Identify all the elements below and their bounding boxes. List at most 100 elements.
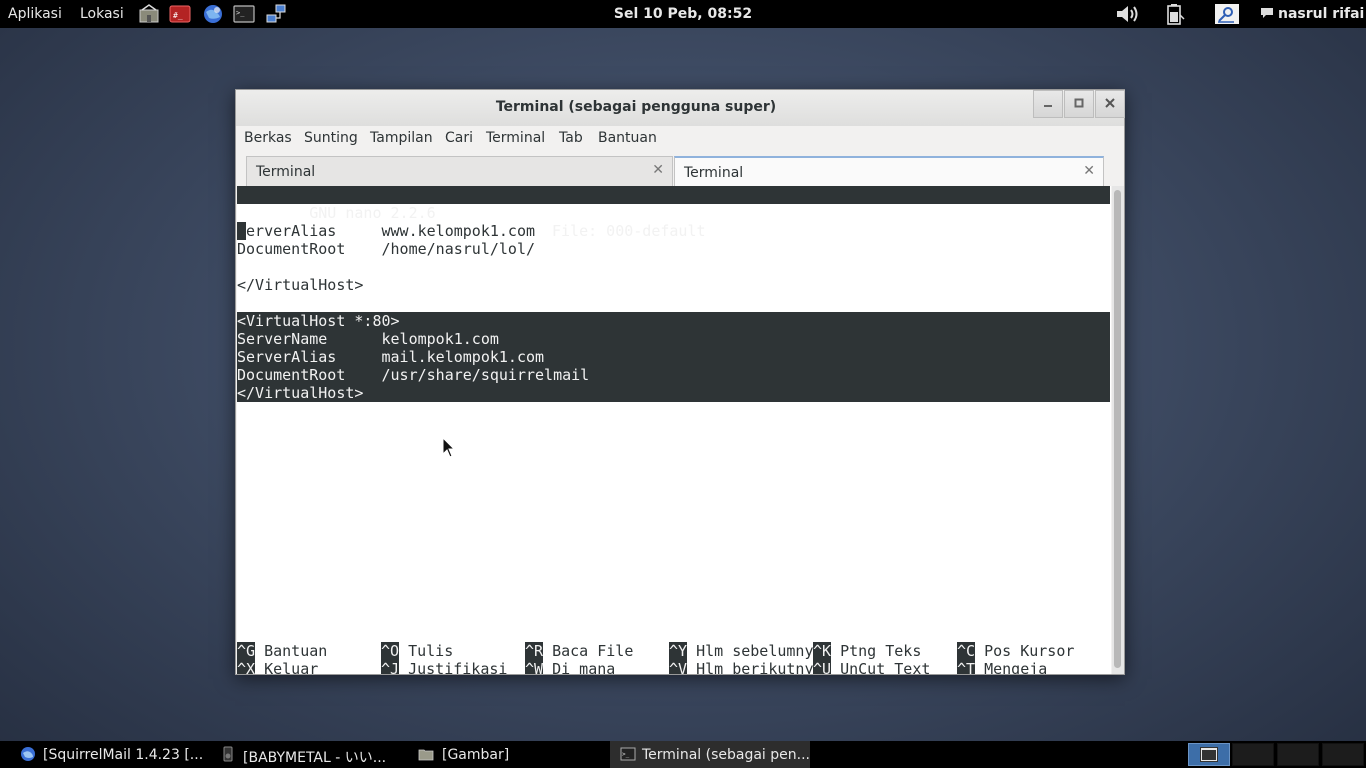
- tab-close-icon[interactable]: ✕: [652, 162, 664, 178]
- window-titlebar[interactable]: Terminal (sebagai pengguna super): [236, 90, 1125, 126]
- workspace-4[interactable]: [1322, 743, 1364, 766]
- shortcut-label: Baca File: [552, 642, 634, 660]
- shortcut-key: ^T: [957, 660, 976, 674]
- task-gambar[interactable]: [Gambar]: [408, 741, 608, 768]
- shortcut-key: ^V: [669, 660, 688, 674]
- applications-menu[interactable]: Aplikasi: [8, 6, 62, 22]
- task-label: Terminal (sebagai pen...: [642, 747, 810, 763]
- workspace-2[interactable]: [1232, 743, 1274, 766]
- editor-line[interactable]: DocumentRoot /home/nasrul/lol/: [237, 240, 535, 258]
- svg-text:>_: >_: [236, 9, 245, 17]
- folder-icon: [418, 749, 434, 761]
- editor-line[interactable]: DocumentRoot /usr/share/squirrelmail: [237, 366, 1110, 384]
- shortcut-label: Justifikasi: [408, 660, 508, 674]
- menu-bar: Berkas Sunting Tampilan Cari Terminal Ta…: [236, 126, 1124, 154]
- terminal-icon[interactable]: >_: [233, 3, 255, 25]
- window-title: Terminal (sebagai pengguna super): [495, 99, 777, 115]
- menu-bantuan[interactable]: Bantuan: [598, 130, 657, 146]
- minimize-button[interactable]: [1033, 90, 1063, 118]
- chat-bubble-icon: [1261, 8, 1273, 18]
- terminal-content[interactable]: GNU nano 2.2.6 File: 000-default ServerA…: [237, 186, 1111, 674]
- task-label: [BABYMETAL - いい...: [243, 750, 387, 766]
- shortcut-key: ^J: [381, 660, 400, 674]
- shortcut-key: ^G: [237, 642, 256, 660]
- menu-sunting[interactable]: Sunting: [304, 130, 358, 146]
- nano-shortcut: ^K Ptng Teks: [813, 642, 921, 660]
- top-panel: Aplikasi Lokasi #_ >_ Sel 10 Peb, 08:52: [0, 0, 1366, 28]
- terminal-window: Terminal (sebagai pengguna super) Berkas…: [235, 89, 1125, 675]
- nano-shortcut: ^X Keluar: [237, 660, 318, 674]
- nano-shortcut: ^G Bantuan: [237, 642, 327, 660]
- nano-shortcut: ^W Di mana: [525, 660, 615, 674]
- menu-terminal[interactable]: Terminal: [486, 130, 545, 146]
- maximize-button[interactable]: [1064, 90, 1094, 118]
- tab-terminal-1[interactable]: Terminal ✕: [246, 156, 673, 186]
- shortcut-key: ^O: [381, 642, 400, 660]
- media-player-icon: [223, 746, 233, 762]
- task-babymetal[interactable]: [BABYMETAL - いい...: [210, 741, 410, 768]
- tab-label: Terminal: [684, 165, 744, 181]
- nano-header: GNU nano 2.2.6 File: 000-default: [237, 186, 1110, 240]
- shortcut-key: ^R: [525, 642, 544, 660]
- terminal-red-icon[interactable]: #_: [169, 3, 191, 25]
- clock[interactable]: Sel 10 Peb, 08:52: [614, 6, 752, 22]
- task-terminal[interactable]: >_ Terminal (sebagai pen...: [610, 741, 810, 768]
- nano-filename: File: 000-default: [552, 222, 706, 240]
- places-menu[interactable]: Lokasi: [80, 6, 124, 22]
- close-icon: [1105, 98, 1115, 108]
- editor-line[interactable]: </VirtualHost>: [237, 276, 363, 294]
- nano-shortcut: ^R Baca File: [525, 642, 633, 660]
- shortcut-label: Pos Kursor: [984, 642, 1075, 660]
- menu-tampilan[interactable]: Tampilan: [370, 130, 433, 146]
- editor-line[interactable]: </VirtualHost>: [237, 384, 1110, 402]
- scrollbar-thumb[interactable]: [1114, 190, 1121, 668]
- shortcut-label: Bantuan: [264, 642, 328, 660]
- browser-icon: [21, 747, 35, 761]
- user-menu[interactable]: nasrul rifai: [1260, 6, 1364, 22]
- nano-shortcut: ^Y Hlm sebelumny: [669, 642, 814, 660]
- bottom-taskbar: [SquirrelMail 1.4.23 [... [BABYMETAL - い…: [0, 741, 1366, 768]
- tab-label: Terminal: [256, 164, 316, 180]
- mouse-cursor-icon: [442, 437, 456, 458]
- shortcut-label: Tulis: [408, 642, 454, 660]
- battery-icon[interactable]: [1163, 3, 1185, 25]
- shortcut-label: Hlm berikutny: [696, 660, 814, 674]
- volume-icon[interactable]: [1115, 3, 1141, 25]
- task-label: [SquirrelMail 1.4.23 [...: [43, 747, 204, 763]
- shortcut-key: ^U: [813, 660, 832, 674]
- terminal-scrollbar[interactable]: [1112, 186, 1124, 674]
- workspace-3[interactable]: [1277, 743, 1319, 766]
- shortcut-key: ^C: [957, 642, 976, 660]
- nano-version: GNU nano 2.2.6: [291, 204, 436, 222]
- menu-tab[interactable]: Tab: [559, 130, 583, 146]
- network-icon[interactable]: [265, 3, 287, 25]
- menu-berkas[interactable]: Berkas: [244, 130, 292, 146]
- workspace-1[interactable]: [1188, 743, 1230, 766]
- editor-line[interactable]: ServerName kelompok1.com: [237, 330, 1110, 348]
- power-icon[interactable]: [1214, 3, 1240, 25]
- editor-line[interactable]: ServerAlias www.kelompok1.com: [237, 222, 535, 240]
- task-squirrelmail[interactable]: [SquirrelMail 1.4.23 [...: [10, 741, 210, 768]
- shortcut-key: ^W: [525, 660, 544, 674]
- tab-close-icon[interactable]: ✕: [1083, 163, 1095, 179]
- shortcut-label: Di mana: [552, 660, 616, 674]
- home-folder-icon[interactable]: [138, 3, 160, 25]
- shortcut-label: Ptng Teks: [840, 642, 922, 660]
- terminal-thumbnail-icon: [1200, 747, 1218, 762]
- nano-shortcut: ^O Tulis: [381, 642, 453, 660]
- terminal-icon: >_: [620, 747, 636, 761]
- browser-globe-icon[interactable]: [202, 3, 224, 25]
- menu-cari[interactable]: Cari: [445, 130, 473, 146]
- shortcut-key: ^Y: [669, 642, 688, 660]
- editor-line[interactable]: ServerAlias mail.kelompok1.com: [237, 348, 1110, 366]
- maximize-icon: [1074, 98, 1084, 108]
- close-button[interactable]: [1095, 90, 1125, 118]
- shortcut-label: Keluar: [264, 660, 319, 674]
- shortcut-key: ^K: [813, 642, 832, 660]
- shortcut-key: ^X: [237, 660, 256, 674]
- tab-terminal-2[interactable]: Terminal ✕: [674, 156, 1104, 186]
- minimize-icon: [1044, 105, 1052, 107]
- editor-line[interactable]: <VirtualHost *:80>: [237, 312, 1110, 330]
- nano-shortcut: ^J Justifikasi: [381, 660, 507, 674]
- nano-shortcut: ^C Pos Kursor: [957, 642, 1074, 660]
